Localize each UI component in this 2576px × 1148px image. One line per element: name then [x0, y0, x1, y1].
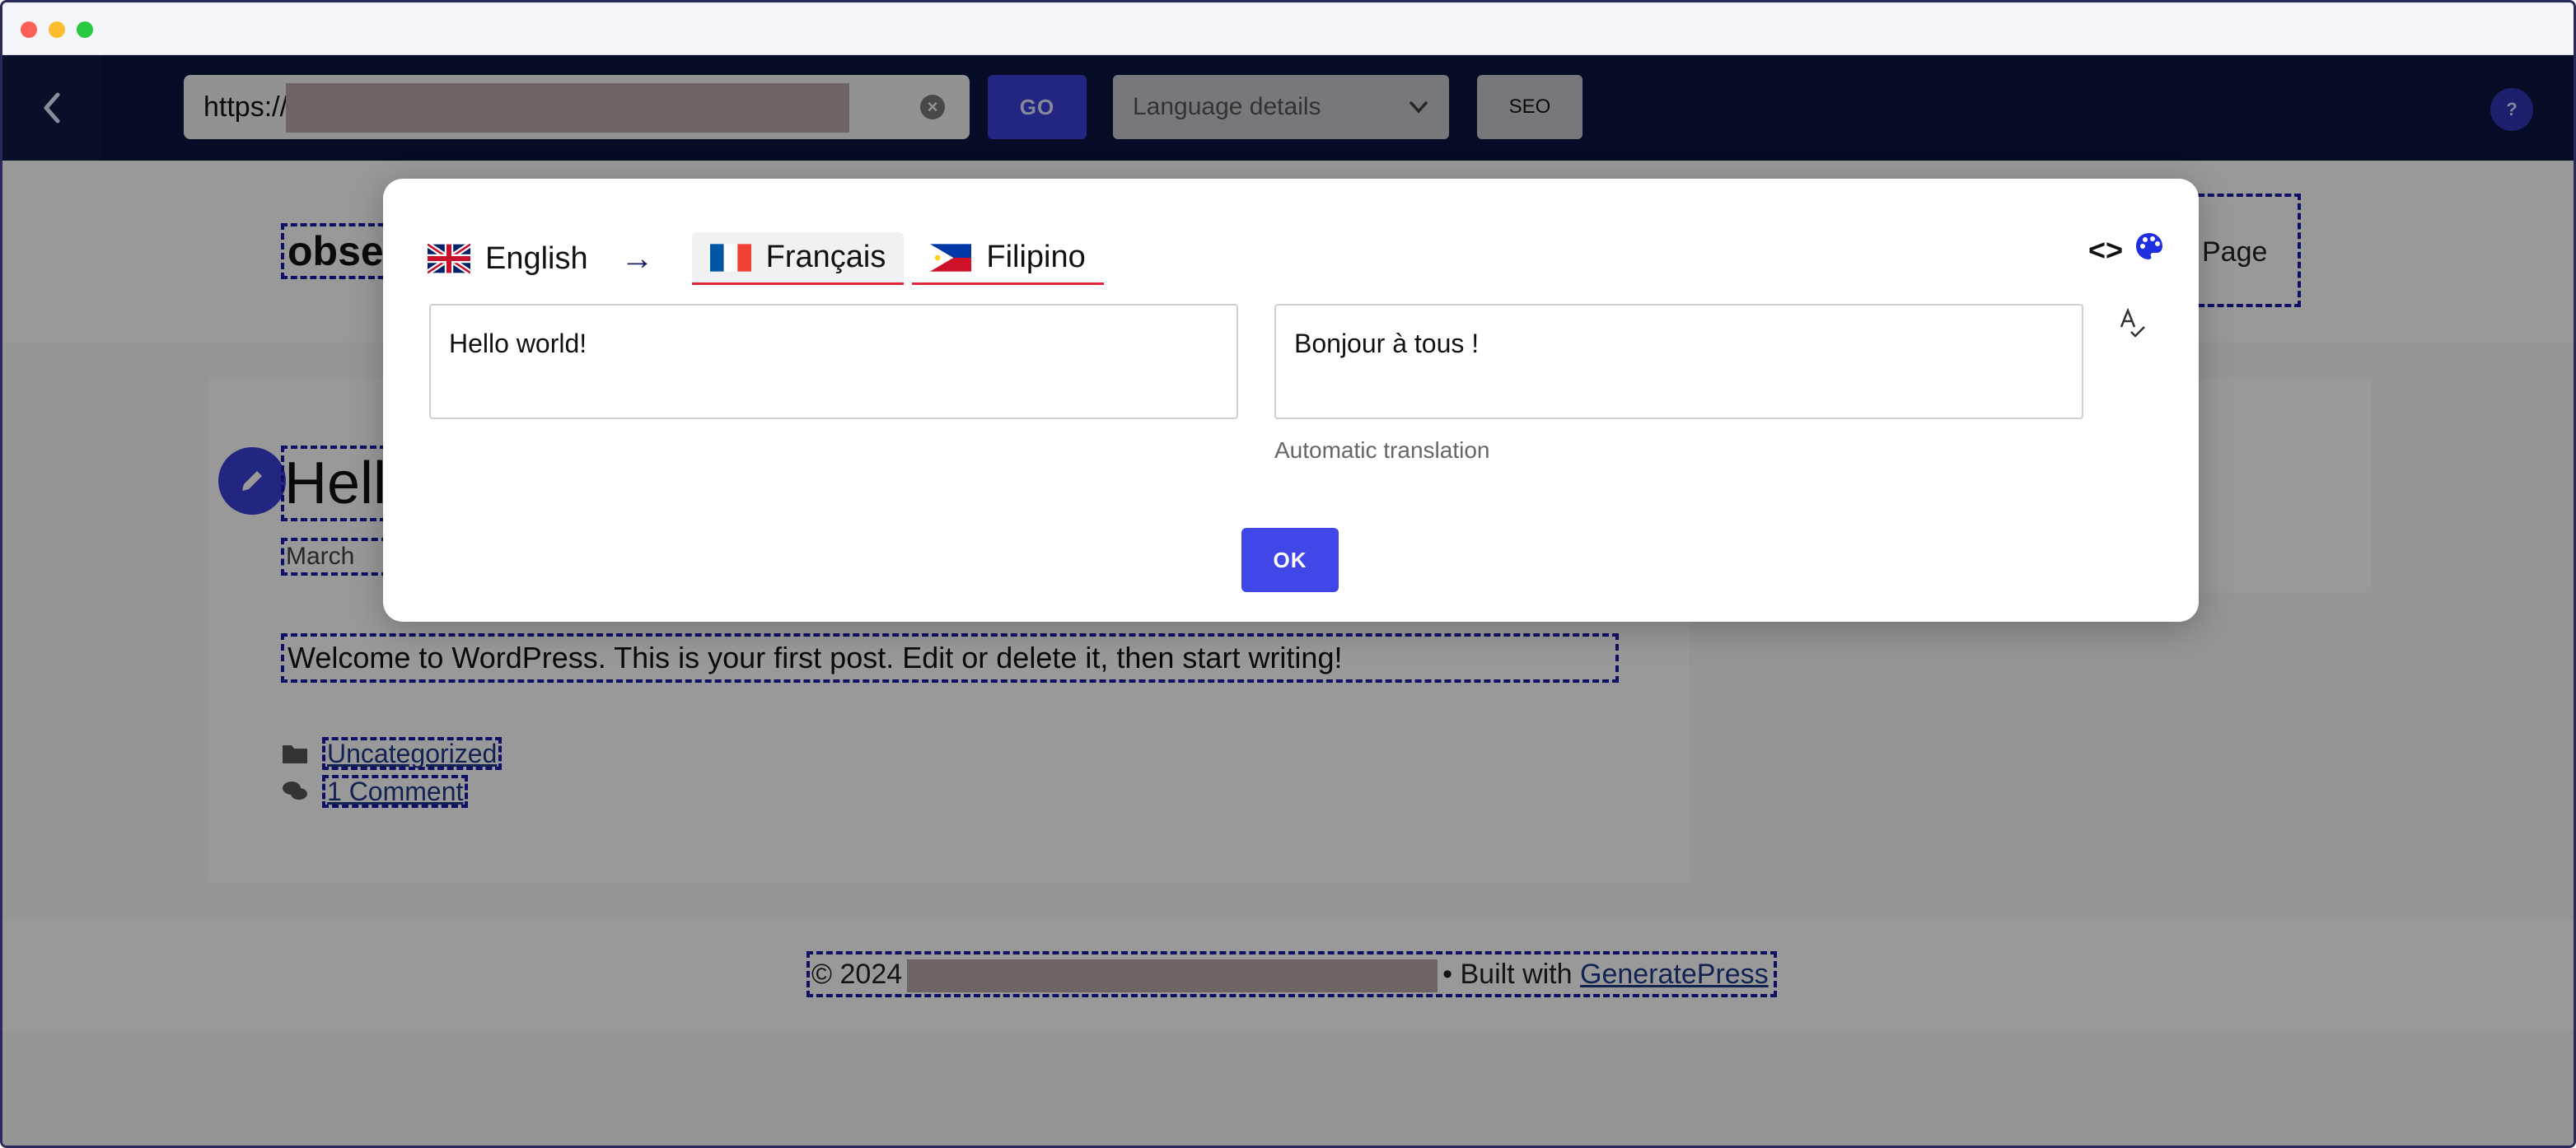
- tab-filipino[interactable]: Filipino: [912, 232, 1104, 285]
- automatic-translation-note: Automatic translation: [1274, 437, 1490, 463]
- tab-francais[interactable]: Français: [691, 232, 905, 285]
- source-language-label: English: [485, 240, 588, 276]
- code-icon[interactable]: <>: [2088, 233, 2123, 268]
- minimize-window-button[interactable]: [49, 21, 65, 38]
- philippines-flag-icon: [930, 242, 972, 273]
- uk-flag-icon: [428, 243, 470, 274]
- language-row: English → Français Filipino: [428, 228, 1112, 289]
- title-bar: [2, 2, 2574, 55]
- translation-text-field[interactable]: Bonjour à tous !: [1274, 304, 2083, 419]
- spellcheck-icon[interactable]: [2118, 307, 2148, 348]
- palette-icon[interactable]: [2134, 231, 2164, 265]
- maximize-window-button[interactable]: [77, 21, 93, 38]
- tab-filipino-label: Filipino: [986, 240, 1086, 274]
- france-flag-icon: [709, 242, 751, 273]
- arrow-icon: →: [620, 240, 654, 277]
- source-text-field[interactable]: Hello world!: [429, 304, 1238, 419]
- translation-modal: English → Français Filipino <> Hello wor…: [383, 179, 2199, 622]
- ok-button[interactable]: OK: [1241, 528, 1339, 592]
- source-language: English: [428, 232, 588, 285]
- close-window-button[interactable]: [21, 21, 37, 38]
- tab-francais-label: Français: [765, 240, 886, 274]
- browser-window: https:// × GO Language details SEO ? obs…: [0, 0, 2576, 1148]
